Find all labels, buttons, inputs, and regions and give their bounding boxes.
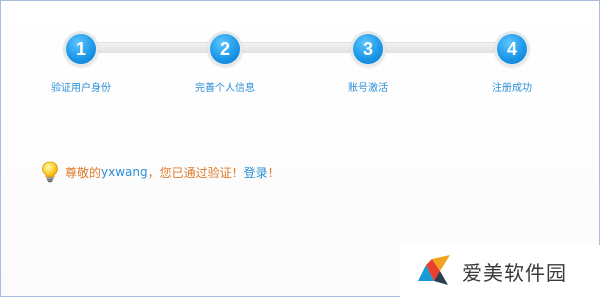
watermark-text: 爱美软件园 xyxy=(462,260,567,285)
step-3: 3 账号激活 xyxy=(308,31,428,94)
step-4-label: 注册成功 xyxy=(492,83,532,94)
watermark: 爱美软件园 xyxy=(400,245,600,297)
registration-progress: 1 验证用户身份 2 完善个人信息 3 账号激活 4 注册成功 xyxy=(1,1,600,111)
step-2-number: 2 xyxy=(210,34,240,64)
brand-logo xyxy=(418,255,450,285)
step-1-ring: 1 xyxy=(63,31,99,67)
step-4: 4 注册成功 xyxy=(452,31,572,94)
username: yxwang xyxy=(101,165,148,179)
lightbulb-icon xyxy=(42,161,58,183)
message-suffix: ！ xyxy=(267,165,280,180)
step-3-ring: 3 xyxy=(350,31,386,67)
progress-track xyxy=(81,42,515,53)
step-1-label: 验证用户身份 xyxy=(51,83,111,94)
step-2-label: 完善个人信息 xyxy=(195,83,255,94)
step-2: 2 完善个人信息 xyxy=(165,31,285,94)
step-2-ring: 2 xyxy=(207,31,243,67)
step-4-ring: 4 xyxy=(494,31,530,67)
step-1: 1 验证用户身份 xyxy=(21,31,141,94)
verification-message: 尊敬的 yxwang ，您已通过验证！ 登录！ xyxy=(41,161,280,183)
step-1-number: 1 xyxy=(66,34,96,64)
step-4-number: 4 xyxy=(497,34,527,64)
step-3-label: 账号激活 xyxy=(348,83,388,94)
step-3-number: 3 xyxy=(353,34,383,64)
message-middle: ，您已通过验证！ xyxy=(147,165,244,180)
login-link[interactable]: 登录 xyxy=(244,164,268,181)
message-prefix: 尊敬的 xyxy=(65,165,102,180)
